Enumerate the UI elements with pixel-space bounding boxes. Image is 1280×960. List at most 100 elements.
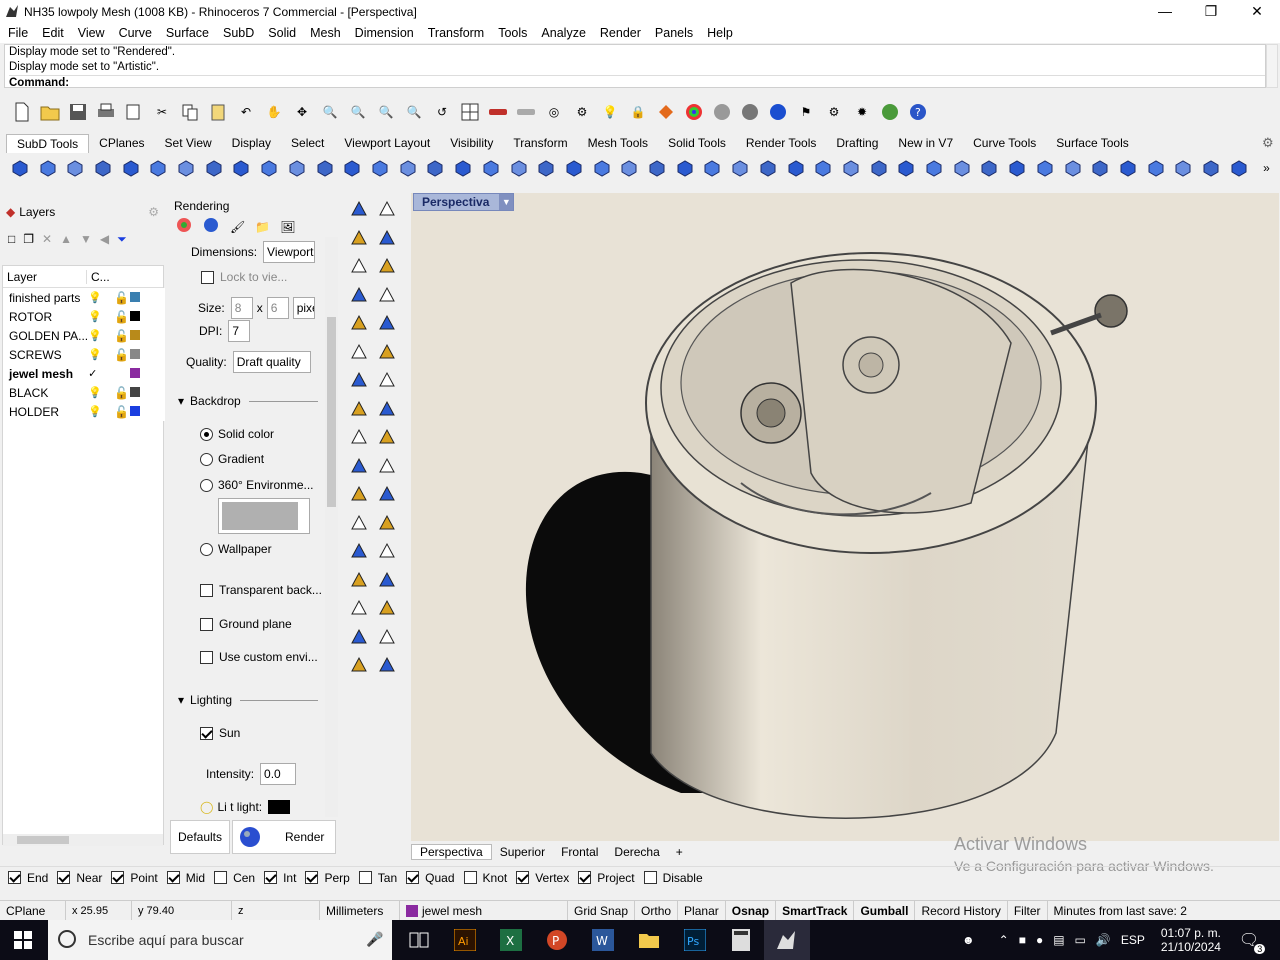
tab-subd-tools[interactable]: SubD Tools bbox=[6, 134, 90, 153]
car-icon[interactable] bbox=[486, 100, 510, 124]
extrude-icon[interactable] bbox=[347, 397, 371, 421]
tab-cplanes[interactable]: CPlanes bbox=[89, 134, 154, 153]
osnap-checkbox[interactable] bbox=[8, 871, 21, 884]
ground-plane-checkbox[interactable] bbox=[200, 617, 213, 631]
cplane-label[interactable]: CPlane bbox=[0, 900, 66, 921]
undo-view-icon[interactable]: ↺ bbox=[430, 100, 454, 124]
subd-measure-icon[interactable] bbox=[811, 156, 835, 180]
lock-icon[interactable]: 🔓 bbox=[114, 345, 130, 364]
surface-icon[interactable] bbox=[375, 397, 399, 421]
subd-network-icon[interactable] bbox=[1116, 156, 1140, 180]
tab-solid-tools[interactable]: Solid Tools bbox=[658, 134, 736, 153]
layer-color-swatch[interactable] bbox=[130, 288, 165, 307]
layer-visible-icon[interactable]: 💡 bbox=[88, 402, 114, 421]
menu-render[interactable]: Render bbox=[592, 26, 647, 40]
loft-icon[interactable] bbox=[375, 425, 399, 449]
subd-globe2-icon[interactable] bbox=[1144, 156, 1168, 180]
tab-curve-tools[interactable]: Curve Tools bbox=[963, 134, 1046, 153]
new-layer-icon[interactable]: □ bbox=[8, 232, 15, 246]
menu-analyze[interactable]: Analyze bbox=[533, 26, 591, 40]
osnap-checkbox[interactable] bbox=[166, 871, 180, 884]
sun-checkbox[interactable] bbox=[200, 726, 213, 740]
pan-hand-icon[interactable]: ✋ bbox=[262, 100, 286, 124]
language-indicator[interactable]: ESP bbox=[1121, 933, 1145, 947]
osnap-checkbox[interactable] bbox=[406, 871, 420, 884]
env-preview-select[interactable] bbox=[218, 498, 310, 534]
cylinder-icon[interactable] bbox=[347, 368, 371, 392]
sphere-icon[interactable] bbox=[375, 340, 399, 364]
excel-icon[interactable]: X bbox=[488, 920, 534, 960]
rhino-taskbar-icon[interactable] bbox=[764, 920, 810, 960]
add-viewport-icon[interactable]: + bbox=[668, 845, 691, 859]
ellipse-icon[interactable] bbox=[347, 311, 371, 335]
osnap-perp[interactable]: Perp bbox=[305, 871, 350, 885]
panel-settings-icon[interactable]: ⚙ bbox=[148, 205, 159, 219]
subd-cone-icon[interactable] bbox=[63, 156, 87, 180]
menu-file[interactable]: File bbox=[0, 26, 34, 40]
subd-arc-icon[interactable] bbox=[257, 156, 281, 180]
subd-box-icon[interactable] bbox=[8, 156, 32, 180]
subd-tool-b-icon[interactable] bbox=[1061, 156, 1085, 180]
box-icon[interactable] bbox=[347, 340, 371, 364]
subd-sphere-icon[interactable] bbox=[36, 156, 60, 180]
mesh-edit-icon[interactable] bbox=[375, 454, 399, 478]
units-label[interactable]: Millimeters bbox=[320, 900, 400, 921]
subd-tool-a-icon[interactable] bbox=[1033, 156, 1057, 180]
subd-gold-icon[interactable] bbox=[1172, 156, 1196, 180]
subd-solid-icon[interactable] bbox=[507, 156, 531, 180]
gear-icon[interactable]: ⚙ bbox=[822, 100, 846, 124]
filter-toggle[interactable]: Filter bbox=[1008, 900, 1048, 921]
layer-visible-icon[interactable]: 💡 bbox=[88, 326, 114, 345]
delete-layer-icon[interactable]: ✕ bbox=[42, 232, 52, 246]
subd-blue-box-icon[interactable] bbox=[756, 156, 780, 180]
subd-loft-icon[interactable] bbox=[368, 156, 392, 180]
material-icon[interactable] bbox=[654, 100, 678, 124]
osnap-checkbox[interactable] bbox=[264, 871, 278, 884]
dimension-icon[interactable] bbox=[375, 511, 399, 535]
subd-extrude-icon[interactable] bbox=[479, 156, 503, 180]
grid-array-icon[interactable] bbox=[347, 596, 371, 620]
settings-gear-icon[interactable]: ⚙ bbox=[1262, 135, 1274, 151]
globe-icon[interactable] bbox=[878, 100, 902, 124]
layer-row[interactable]: SCREWS 💡 🔓 bbox=[3, 345, 165, 364]
col-color[interactable]: C... bbox=[87, 270, 110, 284]
osnap-disable[interactable]: Disable bbox=[643, 871, 703, 885]
rotate-icon[interactable] bbox=[347, 568, 371, 592]
gradient-radio[interactable] bbox=[200, 452, 213, 466]
menu-panels[interactable]: Panels bbox=[647, 26, 699, 40]
transparent-checkbox[interactable] bbox=[200, 583, 213, 597]
open-folder-icon[interactable] bbox=[38, 100, 62, 124]
subd-cube-icon[interactable] bbox=[230, 156, 254, 180]
render-scrollbar[interactable] bbox=[325, 237, 338, 817]
subd-grid2-icon[interactable] bbox=[978, 156, 1002, 180]
osnap-project[interactable]: Project bbox=[578, 871, 635, 885]
grid-snap-toggle[interactable]: Grid Snap bbox=[568, 900, 636, 921]
osnap-tan[interactable]: Tan bbox=[358, 871, 397, 885]
current-layer[interactable]: jewel mesh bbox=[400, 900, 568, 921]
windows-start-icon[interactable] bbox=[0, 920, 46, 960]
tab-display[interactable]: Display bbox=[222, 134, 281, 153]
curve-edit-icon[interactable] bbox=[375, 311, 399, 335]
color-wheel-icon[interactable] bbox=[176, 217, 192, 236]
tab-render-tools[interactable]: Render Tools bbox=[736, 134, 827, 153]
subd-weld-icon[interactable] bbox=[701, 156, 725, 180]
subd-fill-icon[interactable] bbox=[950, 156, 974, 180]
layer-color-swatch[interactable] bbox=[130, 307, 165, 326]
layer-color-swatch[interactable] bbox=[130, 326, 165, 345]
subd-grid-icon[interactable] bbox=[562, 156, 586, 180]
layer-visible-icon[interactable]: 💡 bbox=[88, 383, 114, 402]
point-icon[interactable] bbox=[375, 197, 399, 221]
env360-radio[interactable] bbox=[200, 478, 213, 492]
subd-fork-icon[interactable] bbox=[340, 156, 364, 180]
snap-target-icon[interactable]: ◎ bbox=[542, 100, 566, 124]
subd-curve-icon[interactable] bbox=[285, 156, 309, 180]
osnap-checkbox[interactable] bbox=[57, 871, 71, 884]
osnap-toggle[interactable]: Osnap bbox=[726, 900, 777, 921]
osnap-int[interactable]: Int bbox=[264, 871, 296, 885]
grasshopper-icon[interactable]: ✹ bbox=[850, 100, 874, 124]
move-icon[interactable] bbox=[375, 539, 399, 563]
subd-help-icon[interactable] bbox=[1227, 156, 1251, 180]
move-down-icon[interactable]: ▼ bbox=[80, 232, 92, 246]
cone-icon[interactable] bbox=[375, 368, 399, 392]
subd-split-icon[interactable] bbox=[673, 156, 697, 180]
